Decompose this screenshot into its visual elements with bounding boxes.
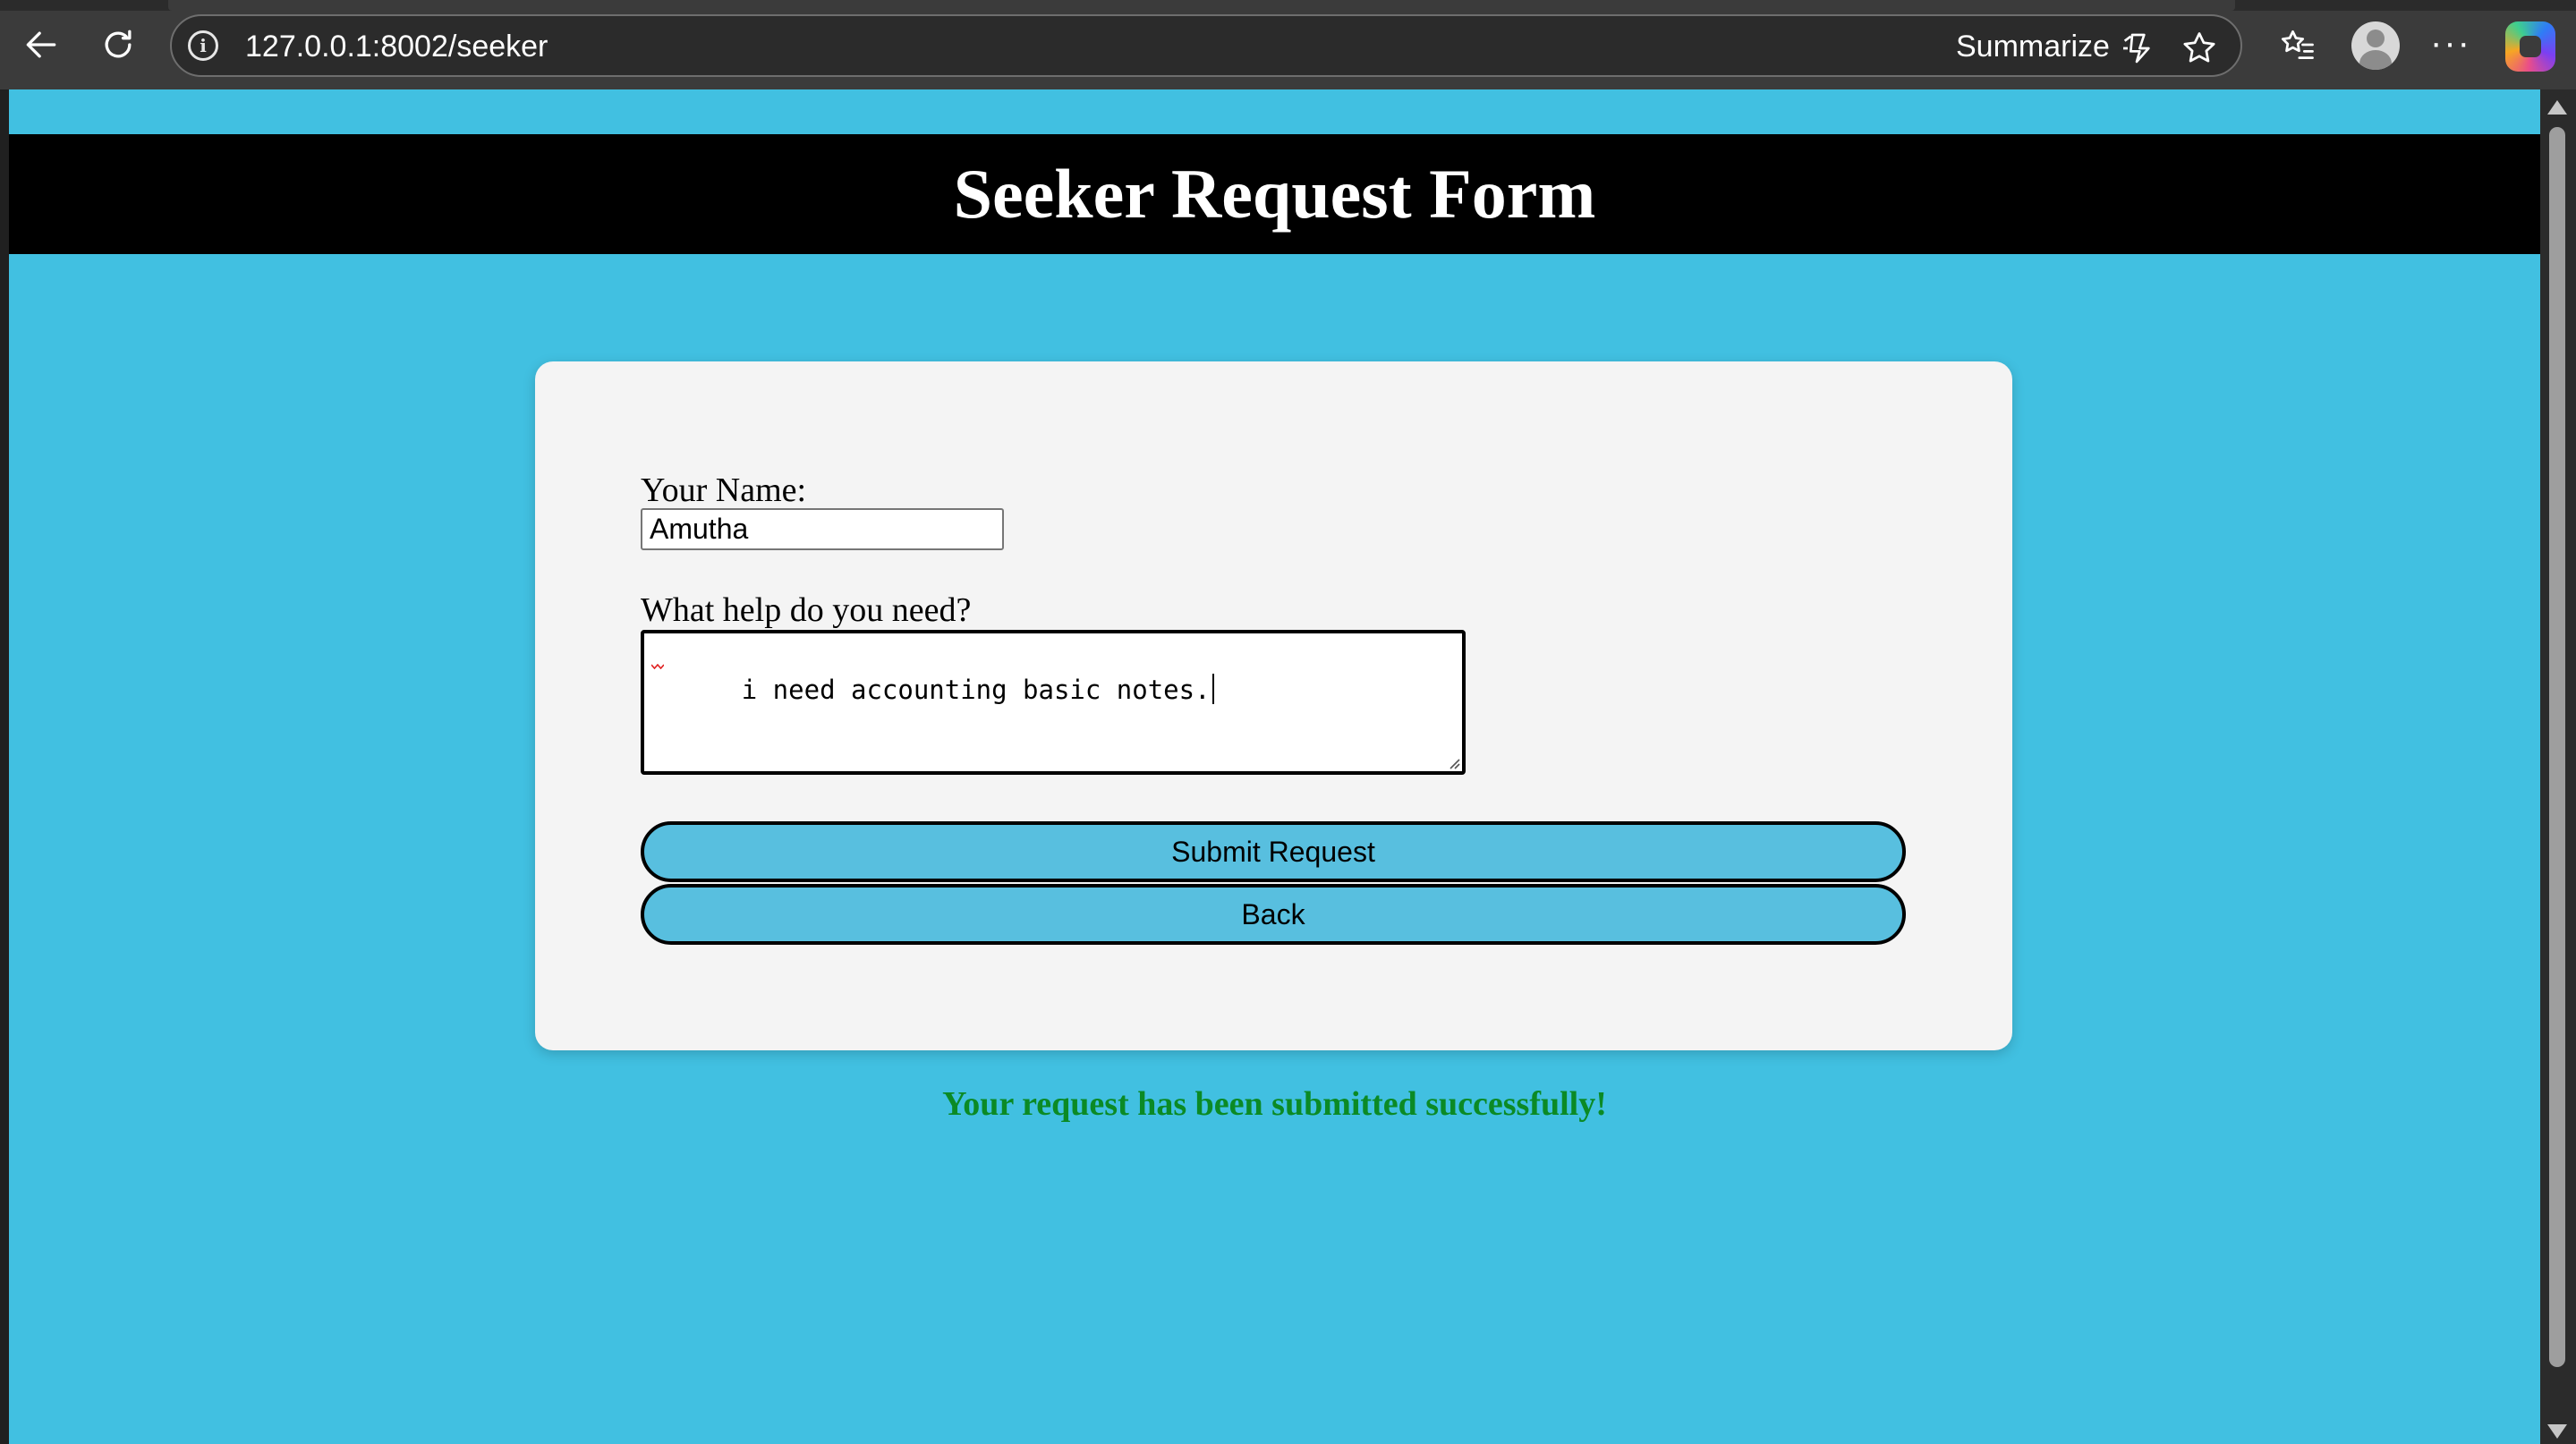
avatar-icon[interactable] <box>2351 21 2400 70</box>
name-input[interactable]: Amutha <box>641 508 1004 550</box>
help-text: i need accounting basic notes. <box>741 675 1211 705</box>
scroll-up-arrow-icon[interactable] <box>2547 100 2567 115</box>
avatar-head <box>2367 30 2385 47</box>
active-tab-indicator <box>168 0 2235 11</box>
page-header: Seeker Request Form <box>9 134 2540 254</box>
summarize-icon[interactable] <box>2119 30 2155 66</box>
scroll-thumb[interactable] <box>2549 127 2565 1367</box>
info-icon[interactable]: i <box>188 30 218 61</box>
request-form-card: Your Name: Amutha What help do you need?… <box>535 361 2012 1050</box>
more-icon[interactable]: ··· <box>2430 25 2471 61</box>
back-arrow-icon[interactable] <box>16 20 66 70</box>
page-title: Seeker Request Form <box>953 155 1596 233</box>
page-viewport: Seeker Request Form Your Name: Amutha Wh… <box>9 89 2540 1444</box>
favorites-icon[interactable] <box>2276 23 2319 66</box>
url-text[interactable]: 127.0.0.1:8002/seeker <box>245 29 548 64</box>
scroll-down-arrow-icon[interactable] <box>2547 1424 2567 1439</box>
address-bar[interactable]: i 127.0.0.1:8002/seeker Summarize <box>170 14 2242 77</box>
text-caret <box>1211 674 1214 704</box>
avatar-body <box>2359 50 2392 70</box>
vertical-scrollbar[interactable] <box>2540 89 2576 1444</box>
name-label: Your Name: <box>641 471 807 509</box>
help-textarea[interactable]: i need accounting basic notes. <box>641 630 1466 775</box>
refresh-icon[interactable] <box>93 20 143 70</box>
success-message: Your request has been submitted successf… <box>942 1085 1607 1123</box>
browser-toolbar: i 127.0.0.1:8002/seeker Summarize ··· <box>0 0 2576 89</box>
back-button[interactable]: Back <box>641 884 1906 945</box>
resize-grip-icon[interactable] <box>1446 755 1460 769</box>
submit-request-button[interactable]: Submit Request <box>641 821 1906 882</box>
summarize-button[interactable]: Summarize <box>1956 29 2110 64</box>
copilot-icon[interactable] <box>2505 21 2555 72</box>
spellcheck-squiggle-icon <box>651 664 664 669</box>
help-label: What help do you need? <box>641 591 972 629</box>
star-icon[interactable] <box>2180 29 2219 68</box>
